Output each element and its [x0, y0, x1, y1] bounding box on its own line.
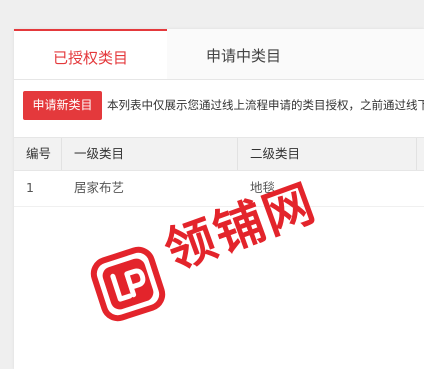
table-header: 编号 一级类目 二级类目	[14, 137, 424, 171]
notice-text: 本列表中仅展示您通过线上流程申请的类目授权，之前通过线下	[107, 98, 424, 112]
cell-level1: 居家布艺	[74, 180, 125, 195]
toolbar: 申请新类目 本列表中仅展示您通过线上流程申请的类目授权，之前通过线下	[14, 91, 424, 121]
column-divider	[237, 138, 238, 170]
watermark-logo-icon	[90, 246, 166, 322]
watermark: 领铺网	[90, 173, 380, 322]
tab-authorized-categories[interactable]: 已授权类目	[14, 29, 167, 79]
cell-id: 1	[26, 180, 34, 195]
apply-new-category-button[interactable]: 申请新类目	[23, 91, 102, 120]
column-header-id: 编号	[26, 146, 52, 161]
tab-pending-categories[interactable]: 申请中类目	[167, 29, 320, 79]
column-header-level1: 一级类目	[74, 146, 125, 161]
tab-bar: 已授权类目 申请中类目	[14, 29, 424, 80]
column-divider	[61, 138, 62, 170]
top-strip	[0, 0, 424, 22]
column-divider	[416, 138, 417, 170]
